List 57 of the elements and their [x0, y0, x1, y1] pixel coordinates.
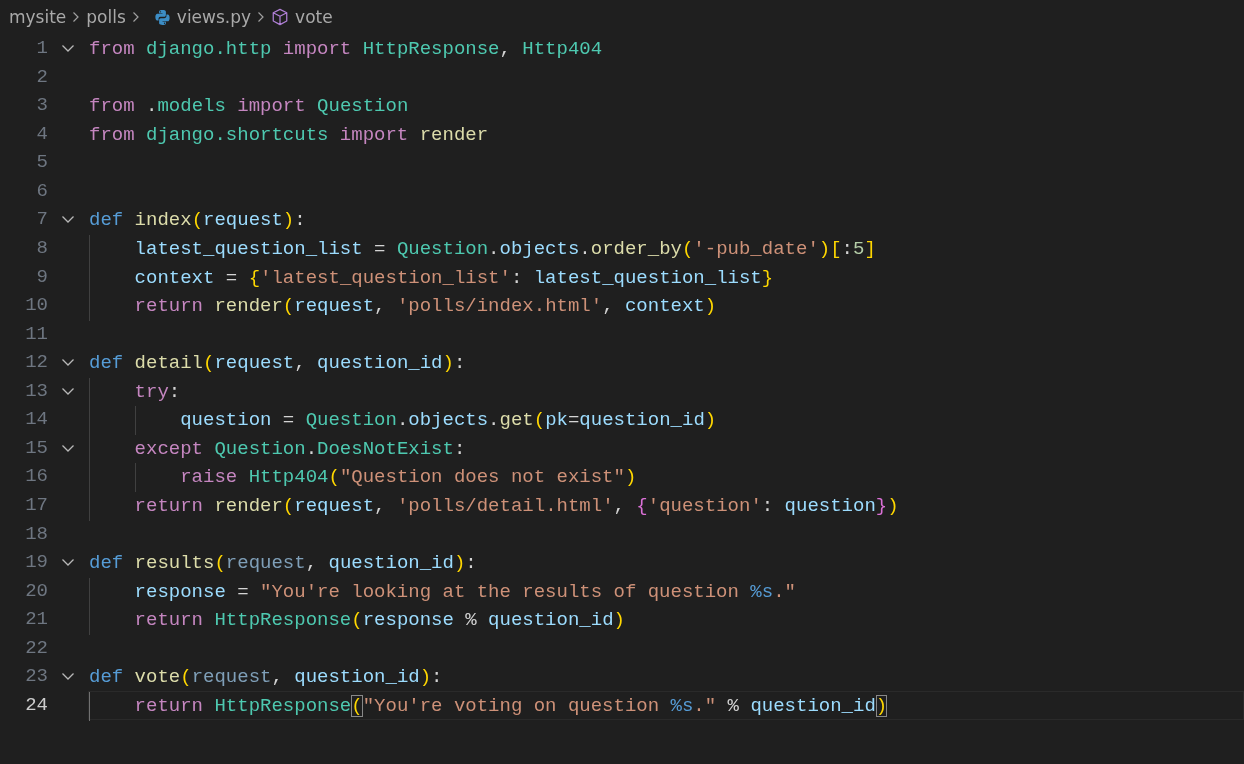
cube-icon: [271, 8, 290, 26]
code-line: return render(request, 'polls/index.html', context): [88, 291, 1244, 320]
breadcrumb-item[interactable]: polls: [86, 7, 126, 27]
code-line: context = {'latest_question_list': latest_question_list}: [88, 262, 1244, 292]
fold-chevron-icon[interactable]: [61, 672, 75, 682]
chevron-right-icon: [257, 11, 266, 23]
line-number: 12: [24, 350, 48, 376]
python-file-icon: [153, 8, 171, 26]
chevron-right-icon: [131, 11, 140, 23]
line-number: 8: [35, 235, 48, 261]
line-number: 13: [24, 378, 48, 404]
code-line: question = Question.objects.get(pk=question_id): [88, 405, 1244, 434]
breadcrumb-item[interactable]: views.py: [176, 7, 252, 27]
line-number: 6: [35, 178, 48, 204]
line-number: 19: [24, 550, 48, 576]
fold-chevron-icon[interactable]: [61, 443, 75, 453]
code-line: return render(request, 'polls/detail.html', {'question': question}): [88, 491, 1244, 520]
breadcrumb-item[interactable]: mysite: [9, 7, 67, 27]
code-line: def results(request, question_id):: [88, 551, 478, 577]
code-line: def detail(request, question_id):: [88, 351, 467, 377]
line-number: 22: [24, 635, 48, 661]
code-line: from .models import Question: [88, 94, 410, 120]
code-line: def vote(request, question_id):: [88, 665, 444, 691]
breadcrumb-item[interactable]: vote: [295, 7, 333, 27]
line-number: 15: [24, 435, 48, 461]
line-number: 14: [24, 407, 48, 433]
line-number: 18: [24, 521, 48, 547]
line-number: 1: [35, 36, 48, 61]
fold-chevron-icon[interactable]: [61, 557, 75, 567]
code-line: return HttpResponse(response % question_id): [88, 605, 1244, 634]
line-number: 23: [24, 664, 48, 690]
fold-chevron-icon[interactable]: [61, 357, 75, 367]
code-line: try:: [88, 376, 1244, 406]
line-number: 7: [35, 207, 48, 233]
line-number: 24: [24, 692, 48, 718]
line-number: 5: [35, 150, 48, 176]
code-line: response = "You're looking at the results of question %s.": [88, 576, 1244, 606]
chevron-right-icon: [72, 11, 81, 23]
line-number: 4: [35, 121, 48, 147]
line-number: 9: [35, 264, 48, 290]
code-line: latest_question_list = Question.objects.order_by('-pub_date')[:5]: [88, 233, 1244, 263]
line-number: 3: [35, 93, 48, 119]
line-number: 21: [24, 607, 48, 633]
line-number: 11: [24, 321, 48, 347]
fold-chevron-icon[interactable]: [61, 215, 75, 225]
code-line: raise Http404("Question does not exist"): [88, 462, 1244, 491]
code-line: from django.shortcuts import render: [88, 122, 490, 148]
line-number: 2: [35, 64, 48, 90]
code-line: from django.http import HttpResponse, Http404: [88, 37, 604, 62]
line-number: 16: [24, 464, 48, 490]
fold-chevron-icon[interactable]: [61, 43, 75, 53]
line-number: 10: [24, 293, 48, 319]
code-line: def index(request):: [88, 208, 307, 234]
fold-chevron-icon[interactable]: [61, 386, 75, 396]
code-line: except Question.DoesNotExist:: [88, 433, 1244, 463]
line-number: 20: [24, 578, 48, 604]
line-number: 17: [24, 493, 48, 518]
